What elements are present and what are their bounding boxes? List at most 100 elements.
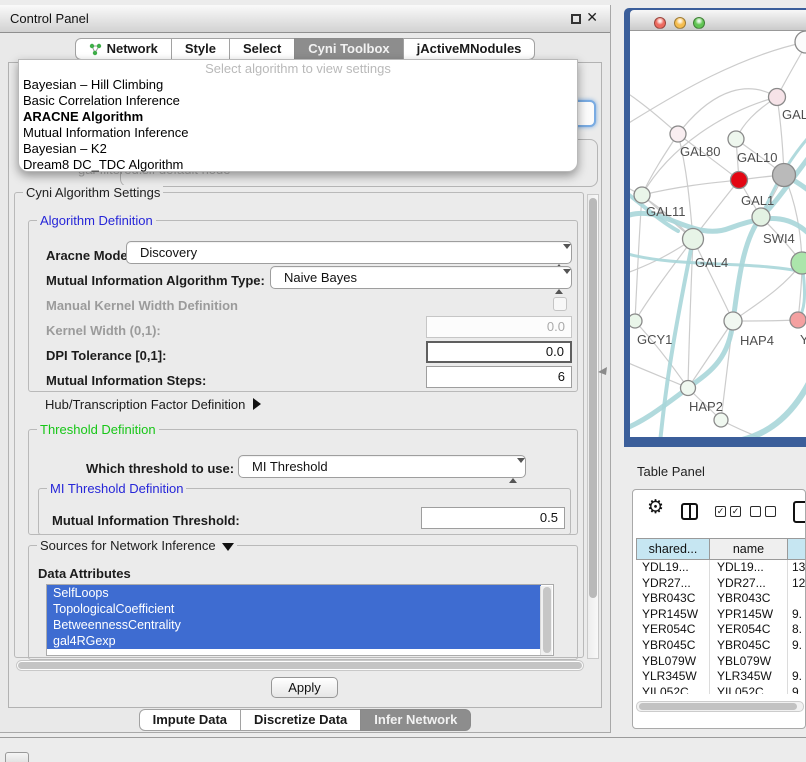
table-row[interactable]: YDR27...YDR27...12	[636, 576, 806, 592]
kernel-width-field[interactable]: 0.0	[426, 316, 572, 338]
node-gal11[interactable]	[634, 187, 650, 203]
table-row[interactable]: YBR043CYBR043C	[636, 591, 806, 607]
algorithm-option-bayesian-k2[interactable]: Bayesian – K2	[19, 141, 577, 157]
node-label-swi4: SWI4	[763, 231, 795, 246]
tab-label-select: Select	[243, 39, 281, 59]
table-row[interactable]: YLR345WYLR345W9.	[636, 669, 806, 685]
dpi-tolerance-field[interactable]: 0.0	[426, 341, 572, 363]
mi-type-select[interactable]: Naive Bayes	[270, 266, 572, 289]
minimize-traffic-light-icon[interactable]	[674, 17, 686, 29]
algorithm-dropdown[interactable]: Select algorithm to view settings Bayesi…	[18, 59, 578, 172]
sources-group-title[interactable]: Sources for Network Inference	[37, 538, 237, 553]
bottom-tab-impute-data[interactable]: Impute Data	[139, 709, 241, 731]
attributes-scrollbar-thumb[interactable]	[543, 587, 551, 653]
close-traffic-light-icon[interactable]	[654, 17, 666, 29]
settings-horizontal-scrollbar[interactable]	[16, 660, 584, 671]
tab-cyni-toolbox[interactable]: Cyni Toolbox	[294, 38, 403, 60]
hub-definition-toggle[interactable]: Hub/Transcription Factor Definition	[45, 396, 261, 414]
algorithm-option-bayesian-hill-climbing[interactable]: Bayesian – Hill Climbing	[19, 77, 577, 93]
algorithm-dropdown-list: Bayesian – Hill ClimbingBasic Correlatio…	[19, 77, 577, 173]
node-swi4[interactable]	[752, 208, 770, 226]
attribute-item-selfloops[interactable]: SelfLoops	[47, 585, 541, 601]
node-bottom[interactable]	[714, 413, 728, 427]
aracne-mode-select[interactable]: Discovery	[126, 241, 572, 264]
network-edge[interactable]	[678, 89, 777, 134]
node-label-hap4: HAP4	[740, 333, 774, 348]
tab-network[interactable]: Network	[75, 38, 172, 60]
algorithm-option-dream8-dc-tdc-algorithm[interactable]: Dream8 DC_TDC Algorithm	[19, 157, 577, 173]
minimized-panel-button[interactable]	[5, 752, 29, 762]
settings-scrollbar-thumb[interactable]	[589, 198, 597, 598]
tab-style[interactable]: Style	[171, 38, 230, 60]
table-row[interactable]: YIL052CYIL052C9	[636, 685, 806, 694]
table-row[interactable]: YDL19...YDL19...13	[636, 560, 806, 576]
data-attributes-list[interactable]: SelfLoopsTopologicalCoefficientBetweenne…	[46, 584, 554, 656]
network-edge[interactable]	[693, 239, 733, 321]
maximize-traffic-light-icon[interactable]	[693, 17, 705, 29]
settings-hscrollbar-thumb[interactable]	[18, 662, 582, 669]
settings-vertical-scrollbar[interactable]	[587, 194, 599, 659]
cell: YIL052C	[710, 685, 788, 694]
tab-jactivemnodules[interactable]: jActiveMNodules	[403, 38, 536, 60]
which-threshold-label: Which threshold to use:	[86, 461, 234, 476]
table-row[interactable]: YER054CYER054C8.	[636, 622, 806, 638]
select-all-icon[interactable]: ✓✓	[715, 506, 741, 517]
algorithm-option-basic-correlation-inference[interactable]: Basic Correlation Inference	[19, 93, 577, 109]
mi-steps-label: Mutual Information Steps:	[46, 373, 206, 388]
node-gcy1[interactable]	[630, 314, 642, 328]
attributes-scrollbar[interactable]	[540, 586, 552, 655]
tab-select[interactable]: Select	[229, 38, 295, 60]
panel-divider	[0, 737, 806, 738]
column-header-3[interactable]	[788, 538, 806, 560]
split-view-icon[interactable]	[681, 503, 698, 520]
bottom-tab-discretize-data[interactable]: Discretize Data	[240, 709, 361, 731]
gear-icon[interactable]: ⚙	[647, 496, 664, 519]
attribute-item-betweennesscentrality[interactable]: BetweennessCentrality	[47, 617, 541, 633]
network-window-titlebar[interactable]	[630, 10, 806, 31]
deselect-all-icon[interactable]	[750, 506, 776, 517]
cell: 9.	[788, 607, 806, 623]
manual-kernel-checkbox[interactable]	[553, 297, 567, 311]
attribute-item-topologicalcoefficient[interactable]: TopologicalCoefficient	[47, 601, 541, 617]
node-hap4[interactable]	[724, 312, 742, 330]
node-pink[interactable]	[769, 89, 786, 106]
algorithm-option-aracne-algorithm[interactable]: ARACNE Algorithm	[19, 109, 577, 125]
float-icon[interactable]	[571, 14, 581, 24]
network-canvas[interactable]: GALGAL80GAL10GAL1GAL11SWI4GAL4GCY1HAP4YH…	[630, 31, 806, 437]
column-header-shared[interactable]: shared...	[636, 538, 710, 560]
aracne-mode-value: Discovery	[140, 245, 197, 260]
cell: YER054C	[710, 622, 788, 638]
table-hscrollbar-thumb[interactable]	[639, 703, 797, 710]
node-top[interactable]	[795, 31, 806, 53]
control-panel-titlebar[interactable]: Control Panel ✕	[0, 5, 610, 33]
cell: YBL079W	[636, 654, 710, 670]
network-edge[interactable]	[733, 320, 798, 321]
algorithm-definition-title: Algorithm Definition	[37, 213, 156, 228]
attribute-item-gal4rgexp[interactable]: gal4RGexp	[47, 633, 541, 649]
mi-threshold-field[interactable]: 0.5	[421, 507, 565, 529]
node-gal10[interactable]	[728, 131, 744, 147]
node-gal80[interactable]	[670, 126, 686, 142]
table-horizontal-scrollbar[interactable]	[636, 701, 804, 712]
node-label-gal80: GAL80	[680, 144, 720, 159]
table-row[interactable]: YBR045CYBR045C9.	[636, 638, 806, 654]
node-gal1-red[interactable]	[731, 172, 748, 189]
table-row[interactable]: YBL079WYBL079W	[636, 654, 806, 670]
network-edge[interactable]	[630, 361, 688, 388]
close-icon[interactable]: ✕	[586, 9, 598, 26]
algorithm-option-mutual-information-inference[interactable]: Mutual Information Inference	[19, 125, 577, 141]
which-threshold-select[interactable]: MI Threshold	[238, 455, 526, 478]
column-header-name[interactable]: name	[710, 538, 788, 560]
document-icon[interactable]	[793, 501, 806, 523]
apply-button[interactable]: Apply	[271, 677, 338, 698]
mi-steps-field[interactable]: 6	[426, 366, 572, 388]
network-edge[interactable]	[642, 180, 739, 195]
bottom-tab-infer-network[interactable]: Infer Network	[360, 709, 471, 731]
network-edge[interactable]	[733, 263, 802, 321]
node-hap2[interactable]	[681, 381, 696, 396]
node-gray[interactable]	[773, 164, 796, 187]
cell: 9	[788, 685, 806, 694]
table-row[interactable]: YPR145WYPR145W9.	[636, 607, 806, 623]
node-salmon[interactable]	[790, 312, 806, 328]
node-gal4[interactable]	[683, 229, 704, 250]
